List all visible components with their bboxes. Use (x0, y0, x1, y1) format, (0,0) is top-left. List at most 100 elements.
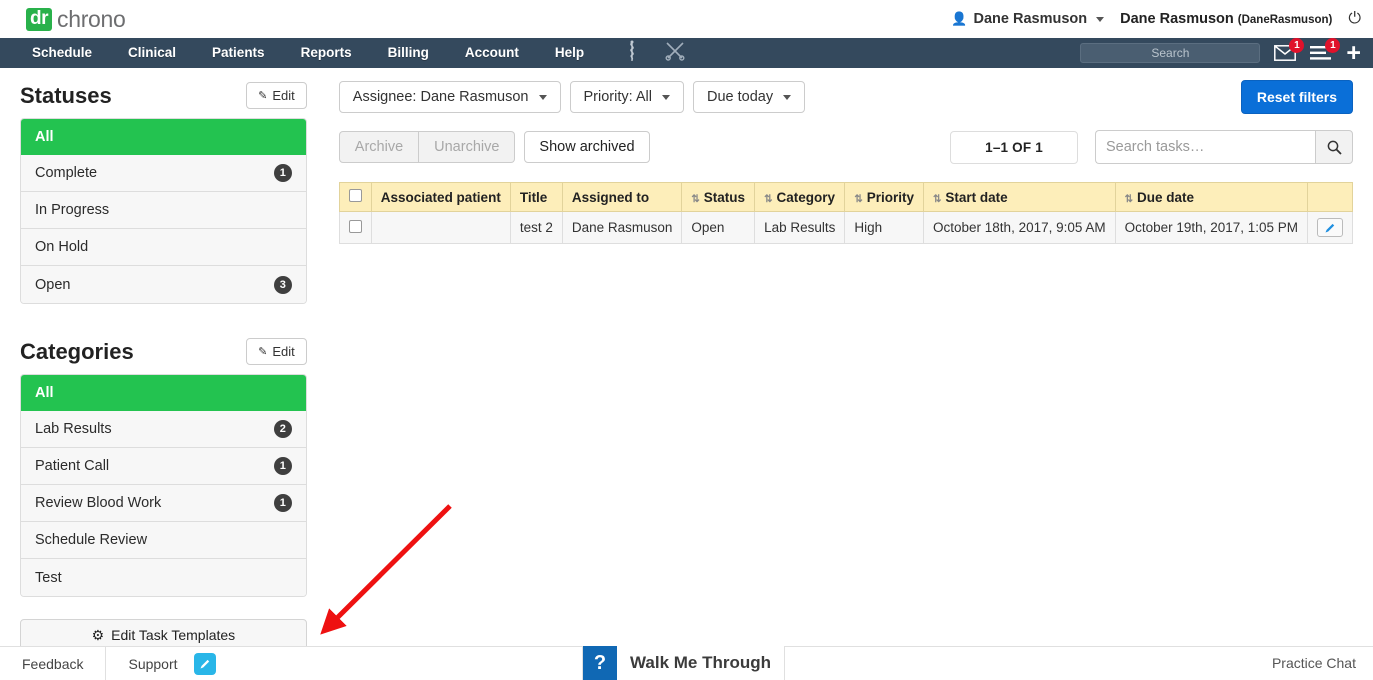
status-item-all[interactable]: All (21, 119, 306, 155)
chevron-down-icon (783, 94, 792, 100)
footer-support-group: Support (106, 647, 216, 680)
nav-item-patients[interactable]: Patients (194, 38, 283, 68)
cell-status: Open (681, 211, 756, 244)
edit-statuses-button[interactable]: ✎ Edit (246, 82, 307, 109)
footer-left-links: Feedback Support (0, 646, 216, 680)
reset-filters-button[interactable]: Reset filters (1240, 80, 1353, 114)
gear-icon: ⚙ (91, 626, 105, 643)
sort-icon: ⇅ (764, 193, 772, 205)
category-item-review-blood-work[interactable]: Review Blood Work 1 (21, 485, 306, 522)
select-all-checkbox[interactable] (348, 189, 362, 202)
tasks-button[interactable]: 1 (1310, 38, 1341, 61)
status-label: Complete (35, 165, 98, 181)
account-name: Dane Rasmuson (1120, 11, 1234, 27)
header-assigned-to[interactable]: Assigned to (561, 182, 683, 212)
cell-assigned-to: Dane Rasmuson (561, 211, 683, 244)
power-icon[interactable]: ⏻ (1348, 10, 1361, 28)
global-search-input[interactable] (1080, 43, 1261, 63)
pagination-counter: 1–1 OF 1 (950, 130, 1078, 164)
category-count: 2 (273, 420, 292, 438)
unarchive-button[interactable]: Unarchive (419, 131, 516, 163)
filter-due-dropdown[interactable]: Due today (693, 81, 806, 113)
table-row[interactable]: test 2 Dane Rasmuson Open Lab Results Hi… (338, 211, 1353, 244)
category-item-lab-results[interactable]: Lab Results 2 (21, 411, 306, 448)
category-label: Test (35, 569, 62, 586)
tasks-main-panel: Assignee: Dane Rasmuson Priority: All Du… (327, 68, 1373, 680)
status-item-complete[interactable]: Complete 1 (21, 155, 306, 192)
cell-category: Lab Results (754, 211, 846, 244)
status-item-open[interactable]: Open 3 (21, 266, 306, 303)
header-category[interactable]: ⇅ Category (754, 182, 846, 212)
messages-button[interactable]: 1 (1274, 38, 1305, 61)
main-navigation: Schedule Clinical Patients Reports Billi… (0, 38, 1373, 68)
account-identity: Dane Rasmuson (DaneRasmuson) (1120, 11, 1332, 27)
category-item-patient-call[interactable]: Patient Call 1 (21, 448, 306, 485)
plus-icon[interactable]: + (1346, 41, 1361, 66)
statuses-list: All Complete 1 In Progress On Hold Open … (20, 118, 307, 304)
search-tasks-button[interactable] (1315, 130, 1353, 164)
footer-support-link[interactable]: Support (106, 647, 177, 680)
show-archived-button[interactable]: Show archived (524, 131, 650, 163)
tasks-badge: 1 (1325, 38, 1341, 53)
walk-me-through-widget[interactable]: ? Walk Me Through (582, 646, 786, 680)
header-select-all[interactable] (338, 182, 372, 212)
filter-assignee-dropdown[interactable]: Assignee: Dane Rasmuson (338, 81, 561, 113)
category-item-test[interactable]: Test (21, 559, 306, 596)
support-pencil-icon[interactable] (193, 652, 216, 675)
status-item-on-hold[interactable]: On Hold (21, 229, 306, 266)
nav-item-schedule[interactable]: Schedule (0, 38, 110, 68)
logo-mark: dr (26, 7, 52, 31)
row-checkbox[interactable] (348, 219, 362, 233)
category-item-schedule-review[interactable]: Schedule Review (21, 522, 306, 559)
row-edit-button[interactable] (1317, 218, 1343, 237)
practice-chat-link[interactable]: Practice Chat (1272, 646, 1356, 680)
chevron-down-icon (662, 94, 670, 100)
filter-priority-label: Priority: All (583, 89, 653, 105)
filter-due-label: Due today (707, 89, 774, 105)
tasks-table-body: test 2 Dane Rasmuson Open Lab Results Hi… (338, 211, 1353, 244)
search-tasks-input[interactable] (1095, 130, 1315, 164)
categories-title: Categories (20, 338, 134, 364)
sort-icon: ⇅ (933, 193, 941, 205)
status-label: All (35, 128, 54, 145)
cell-priority: High (844, 211, 925, 244)
header-priority[interactable]: ⇅ Priority (844, 182, 925, 212)
category-item-all[interactable]: All (21, 375, 306, 411)
nav-quick-icons (624, 40, 686, 67)
rod-of-asclepius-icon[interactable] (624, 40, 640, 67)
header-title[interactable]: Title (509, 182, 563, 212)
header-status[interactable]: ⇅ Status (681, 182, 756, 212)
table-header-row: Associated patient Title Assigned to ⇅ St… (338, 182, 1353, 212)
status-item-in-progress[interactable]: In Progress (21, 192, 306, 229)
task-search (1095, 130, 1353, 164)
cell-title: test 2 (509, 211, 563, 244)
row-select-cell[interactable] (338, 211, 372, 244)
crossed-instruments-icon[interactable] (664, 41, 686, 66)
filter-priority-dropdown[interactable]: Priority: All (569, 81, 684, 113)
cell-due-date: October 19th, 2017, 1:05 PM (1114, 211, 1309, 244)
header-associated-patient[interactable]: Associated patient (370, 182, 511, 212)
user-menu[interactable]: 👤 Dane Rasmuson (951, 11, 1105, 27)
header-due-date[interactable]: ⇅ Due date (1114, 182, 1309, 212)
nav-item-clinical[interactable]: Clinical (110, 38, 194, 68)
nav-item-account[interactable]: Account (447, 38, 537, 68)
statuses-panel-header: Statuses ✎ Edit (20, 82, 307, 109)
edit-categories-button[interactable]: ✎ Edit (246, 338, 307, 365)
cell-start-date: October 18th, 2017, 9:05 AM (923, 211, 1116, 244)
drchrono-logo[interactable]: dr chrono (26, 6, 126, 32)
nav-item-help[interactable]: Help (537, 38, 602, 68)
header-start-date[interactable]: ⇅ Start date (923, 182, 1116, 212)
nav-links: Schedule Clinical Patients Reports Billi… (0, 38, 602, 68)
archive-button[interactable]: Archive (338, 131, 420, 163)
page-content: Statuses ✎ Edit All Complete 1 In Progre… (0, 68, 1373, 680)
nav-item-billing[interactable]: Billing (370, 38, 447, 68)
magnifier-icon (1327, 140, 1342, 155)
cell-associated-patient (370, 211, 511, 244)
cell-actions (1307, 211, 1353, 244)
action-bar-right: 1–1 OF 1 (950, 130, 1353, 164)
nav-item-reports[interactable]: Reports (283, 38, 370, 68)
categories-list: All Lab Results 2 Patient Call 1 Review … (20, 374, 307, 597)
footer-feedback-link[interactable]: Feedback (0, 646, 107, 680)
pencil-icon: ✎ (258, 90, 268, 102)
